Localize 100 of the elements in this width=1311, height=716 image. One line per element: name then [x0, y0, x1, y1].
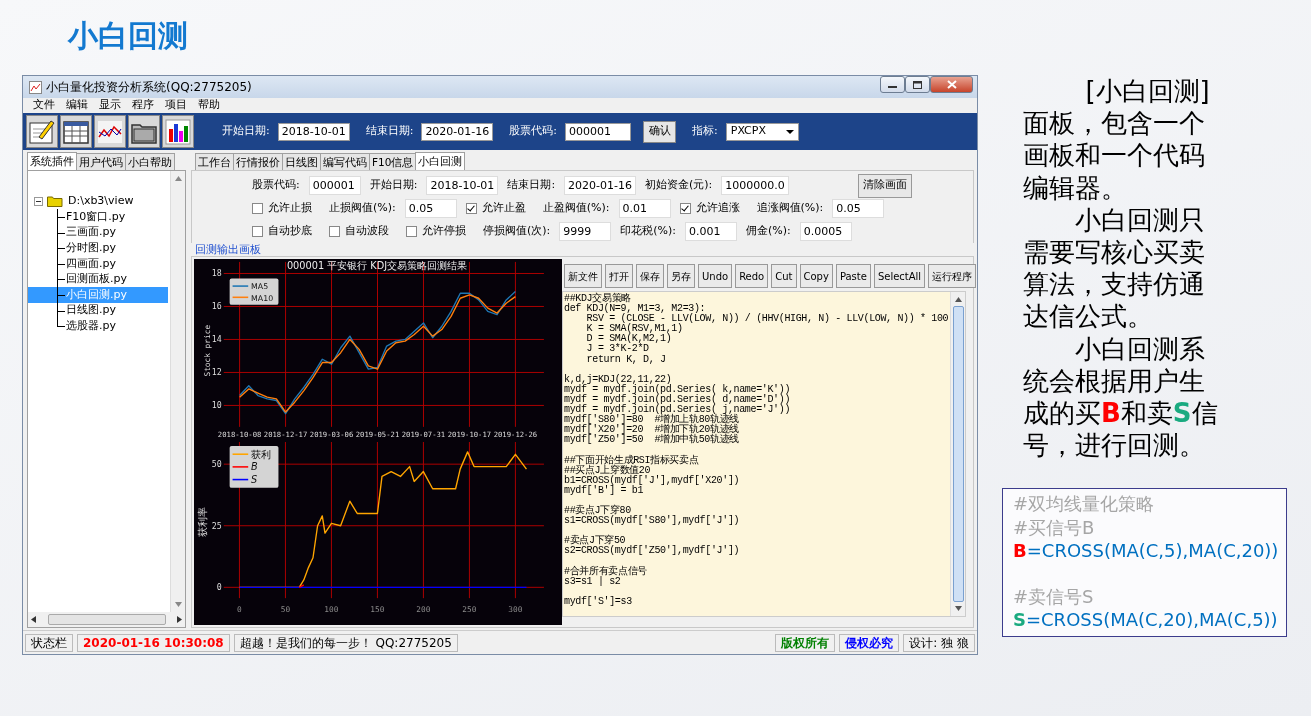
input-field[interactable]: 2020-01-16 [421, 122, 494, 141]
editor-button[interactable]: Copy [799, 264, 833, 288]
confirm-button[interactable]: 确认 [643, 120, 677, 143]
scroll-arrow-icon[interactable] [954, 606, 962, 611]
toolbar-button[interactable] [60, 115, 92, 148]
scroll-arrow-icon[interactable] [954, 297, 962, 302]
status-text: 2020-01-16 10:30:08 [77, 633, 230, 652]
tab[interactable]: 小白帮助 [125, 153, 175, 170]
editor-button[interactable]: Undo [698, 264, 733, 288]
tab[interactable]: 行情报价 [233, 153, 283, 170]
close-icon [946, 80, 957, 89]
checkbox[interactable] [252, 203, 263, 214]
field-label: 止损阀值(%): [329, 200, 396, 217]
field-label: 印花税(%): [620, 223, 677, 240]
editor-button[interactable]: 打开 [605, 264, 633, 288]
checkbox-label: 允许停损 [422, 223, 466, 240]
scroll-arrow-icon[interactable] [177, 616, 182, 623]
input-field[interactable]: 9999 [559, 222, 612, 241]
tab[interactable]: 小白回测 [415, 152, 466, 170]
collapse-toggle[interactable] [34, 196, 43, 206]
bar-chart-icon [163, 116, 193, 147]
input-field[interactable]: 1000000.0 [721, 176, 789, 195]
menu-item[interactable]: 显示 [99, 97, 121, 114]
tree-item[interactable]: 三画面.py [65, 225, 117, 240]
toolbar-button[interactable] [128, 115, 160, 148]
tree-item[interactable]: 四画面.py [65, 256, 117, 271]
input-field[interactable]: 000001 [565, 122, 632, 141]
input-field[interactable]: 0.001 [685, 222, 738, 241]
editor-button[interactable]: 新文件 [564, 264, 602, 288]
editor-button[interactable]: Cut [771, 264, 797, 288]
input-field[interactable]: 2020-01-16 [564, 176, 637, 195]
axis-tick-label: 18 [211, 268, 222, 279]
tab[interactable]: 系统插件 [27, 152, 77, 170]
legend-label: 获利 [251, 449, 272, 461]
clear-button[interactable]: 清除画面 [857, 173, 912, 198]
checkbox[interactable] [465, 203, 477, 214]
tab[interactable]: 编写代码 [320, 153, 370, 170]
editor-button[interactable]: Paste [835, 264, 871, 288]
checkbox-label: 允许止损 [268, 200, 312, 217]
scrollbar-thumb[interactable] [47, 614, 166, 625]
input-field[interactable]: 0.05 [404, 199, 457, 218]
menu-item[interactable]: 项目 [165, 97, 187, 114]
tree-item[interactable]: 选股器.py [65, 318, 117, 333]
axis-tick-label: 25 [211, 521, 222, 532]
axis-tick-label: 50 [211, 459, 222, 470]
axis-tick-label: 200 [416, 605, 431, 615]
menu-item[interactable]: 文件 [33, 97, 55, 114]
tree-item[interactable]: D:\xb3\view [67, 194, 135, 208]
tab[interactable]: 日线图 [282, 153, 321, 170]
tree-item[interactable]: 分时图.py [65, 241, 117, 255]
window-title: 小白量化投资分析系统(QQ:2775205) [46, 79, 252, 96]
editor-button[interactable]: Redo [735, 264, 769, 288]
code-comment: #买信号B [1013, 515, 1096, 539]
axis-tick-label: 150 [370, 605, 385, 615]
legend-swatch [231, 296, 249, 299]
status-text: 设计: 独 狼 [903, 633, 975, 652]
code-comment: #卖信号S [1013, 585, 1095, 609]
close-button[interactable] [930, 76, 973, 93]
maximize-button[interactable] [905, 76, 930, 93]
tree-item[interactable]: 日线图.py [65, 303, 117, 318]
input-field[interactable]: 0.05 [832, 199, 885, 218]
input-field[interactable]: 000001 [308, 176, 361, 195]
horizontal-scrollbar[interactable] [28, 612, 185, 627]
toolbar-button[interactable] [162, 115, 194, 148]
minimize-button[interactable] [880, 76, 905, 93]
axis-tick-label: 50 [280, 605, 291, 615]
dropdown[interactable]: PXCPX [725, 122, 799, 141]
toolbar-button[interactable] [94, 115, 126, 148]
field-label: 停损阀值(次): [483, 223, 551, 240]
checkbox[interactable] [406, 226, 417, 237]
scroll-arrow-icon[interactable] [31, 616, 36, 623]
description-paragraph: [小白回测] 面板，包含一个画板和一个代码编辑器。 [1023, 75, 1211, 204]
panel-label: 回测输出画板 [194, 243, 262, 256]
input-field[interactable]: 0.01 [618, 199, 671, 218]
tab[interactable]: F10信息 [369, 153, 417, 170]
tree-item[interactable]: F10窗口.py [65, 209, 127, 224]
editor-button[interactable]: SelectAll [873, 264, 926, 288]
menu-item[interactable]: 编辑 [66, 97, 88, 114]
input-field[interactable]: 2018-10-01 [426, 176, 499, 195]
checkbox[interactable] [329, 226, 340, 237]
editor-button[interactable]: 运行程序 [928, 264, 977, 288]
description-paragraph: 小白回测系统会根据用户生成的买B和卖S信号，进行回测。 [1023, 332, 1218, 462]
menu-item[interactable]: 帮助 [198, 97, 220, 114]
checkbox-label: 允许止盈 [481, 200, 526, 217]
input-field[interactable]: 0.0005 [799, 222, 852, 241]
tab[interactable]: 用户代码 [76, 153, 126, 170]
editor-button[interactable]: 保存 [636, 264, 664, 288]
scrollbar-thumb[interactable] [952, 306, 964, 602]
tree-item[interactable]: 回测面板.py [65, 272, 128, 287]
checkbox[interactable] [679, 203, 691, 214]
checkbox[interactable] [252, 226, 263, 237]
legend-label: S [251, 474, 258, 486]
toolbar-button[interactable] [26, 115, 58, 148]
editor-button[interactable]: 另存 [667, 264, 695, 288]
field-label: 股票代码: [509, 123, 558, 140]
vertical-scrollbar[interactable] [950, 292, 965, 616]
input-field[interactable]: 2018-10-01 [277, 122, 350, 141]
status-text: 超越！是我们的每一步！ QQ:2775205 [233, 633, 458, 652]
tab[interactable]: 工作台 [195, 153, 234, 170]
menu-item[interactable]: 程序 [132, 97, 154, 114]
